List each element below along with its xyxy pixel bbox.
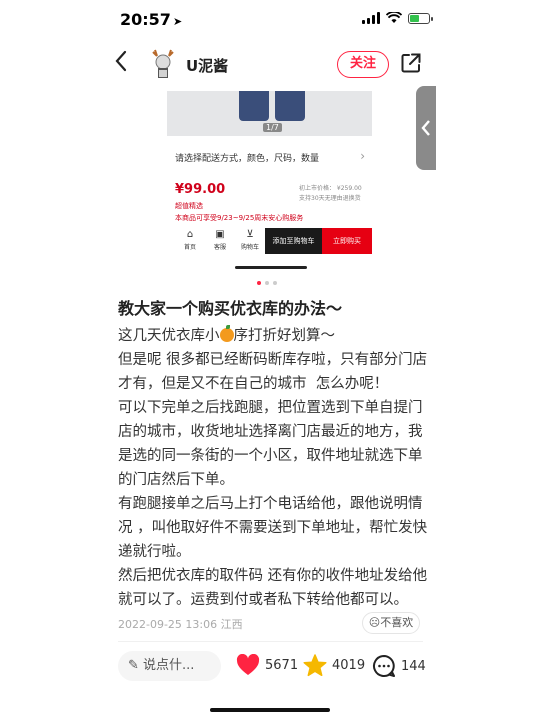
buy-now-label: 立即购买 <box>322 228 372 254</box>
jeans-leg-right <box>275 91 305 121</box>
product-bar-service: ▣ 客服 <box>205 228 235 254</box>
service-icon: ▣ <box>215 229 225 240</box>
price-tag: 超值精选 <box>175 202 203 210</box>
star-icon <box>303 654 327 677</box>
chevron-right-icon: › <box>360 149 365 163</box>
product-bar-home: ⌂ 首页 <box>175 228 205 254</box>
comment-button[interactable]: 144 <box>372 654 426 678</box>
note-paragraph: 但是呢 很多都已经断码断库存啦，只有部分门店才有，但是又不在自己的城市 怎么办呢… <box>118 352 428 392</box>
dislike-button[interactable]: ☹不喜欢 <box>362 612 420 634</box>
like-button[interactable]: 5671 <box>236 654 298 676</box>
service-label: 客服 <box>213 244 226 251</box>
photo-page-counter: 1/7 <box>263 123 282 132</box>
original-price: 初上市价格： ¥259.00 <box>299 185 362 192</box>
wifi-icon <box>386 12 402 23</box>
options-label: 请选择配送方式，颜色，尺码，数量 <box>175 154 320 164</box>
note-paragraph: 可以下完单之后找跑腿，把位置选到下单自提门店的城市，收货地址选择离门店最近的地方… <box>118 400 423 488</box>
product-price: ¥99.00 <box>175 182 226 197</box>
note-line-text: 序打折好划算～ <box>233 328 336 344</box>
reindeer-avatar-icon <box>152 49 174 78</box>
note-image[interactable]: 1/7 请选择配送方式，颜色，尺码，数量 › ¥99.00 超值精选 本商品可享… <box>117 86 422 286</box>
avatar[interactable] <box>148 48 178 80</box>
follow-button[interactable]: 关注 <box>337 51 389 78</box>
status-bar: 20:57 ➤ <box>0 0 540 40</box>
note-line-text: 这几天优衣库小 <box>118 328 220 344</box>
status-icons <box>362 12 433 24</box>
orange-emoji-icon <box>219 325 234 342</box>
collect-button[interactable]: 4019 <box>303 654 365 677</box>
return-note: 支持30天无理由退换货 <box>299 195 361 202</box>
share-icon <box>401 53 421 73</box>
divider <box>118 641 423 642</box>
comment-bubble-icon <box>373 655 395 677</box>
cart-label: 购物车 <box>240 244 259 251</box>
carousel-dot <box>273 281 277 285</box>
screenshot-home-indicator <box>235 266 307 269</box>
note-paragraph: 这几天优衣库小 序打折好划算～ <box>118 324 428 348</box>
frown-face-icon: ☹ <box>368 616 381 629</box>
comment-input[interactable]: ✎ 说点什... <box>118 651 221 681</box>
note-location: 江西 <box>220 618 243 631</box>
product-options-row: 请选择配送方式，颜色，尺码，数量 › <box>175 149 365 164</box>
status-time: 20:57 ➤ <box>120 10 183 29</box>
collect-count: 4019 <box>332 658 366 673</box>
cellular-signal-icon <box>362 12 380 24</box>
product-bar-cart: ⊻ 购物车 <box>235 228 265 254</box>
promo-text: 本商品可享受9/23~9/25周末安心购服务 <box>175 214 304 222</box>
note-body: 这几天优衣库小 序打折好划算～ 但是呢 很多都已经断码断库存啦，只有部分门店才有，… <box>118 324 428 612</box>
note-title: 教大家一个购买优衣库的办法～ <box>118 299 343 318</box>
like-count: 5671 <box>265 657 299 673</box>
home-indicator <box>210 708 330 712</box>
carousel-dot <box>257 281 261 285</box>
comment-placeholder: 说点什... <box>143 658 195 673</box>
author-name[interactable]: U泥酱 <box>186 55 228 76</box>
home-label: 首页 <box>183 244 196 251</box>
back-button[interactable] <box>114 50 138 78</box>
chevron-left-icon <box>421 120 430 136</box>
chevron-left-icon <box>115 50 127 72</box>
add-to-cart-label: 添加至购物车 <box>265 228 322 254</box>
note-paragraph: 然后把优衣库的取件码 还有你的收件地址发给他就可以了。运费到付或者私下转给他都可… <box>118 568 428 608</box>
product-photo: 1/7 <box>167 91 372 136</box>
carousel-dot <box>265 281 269 285</box>
pencil-icon: ✎ <box>128 658 139 673</box>
location-arrow-icon: ➤ <box>172 15 183 28</box>
note-header: U泥酱 关注 <box>0 42 540 86</box>
note-date: 2022-09-25 13:06 <box>118 618 218 631</box>
side-expand-tab[interactable] <box>416 86 436 170</box>
comment-count: 144 <box>401 658 426 674</box>
cart-icon: ⊻ <box>246 229 254 240</box>
heart-icon <box>236 654 260 675</box>
battery-icon <box>408 12 433 24</box>
share-button[interactable] <box>400 52 422 74</box>
note-paragraph: 有跑腿接单之后马上打个电话给他，跟他说明情况 ，叫他取好件不需要送到下单地址，帮… <box>118 496 428 560</box>
jeans-leg-left <box>239 91 269 121</box>
product-action-bar: ⌂ 首页 ▣ 客服 ⊻ 购物车 添加至购物车 立即购买 <box>175 228 372 254</box>
dislike-label: 不喜欢 <box>380 616 414 629</box>
note-meta: 2022-09-25 13:06 江西 <box>118 616 243 632</box>
carousel-dots <box>257 281 277 285</box>
battery-level <box>410 14 420 22</box>
home-icon: ⌂ <box>186 229 194 240</box>
